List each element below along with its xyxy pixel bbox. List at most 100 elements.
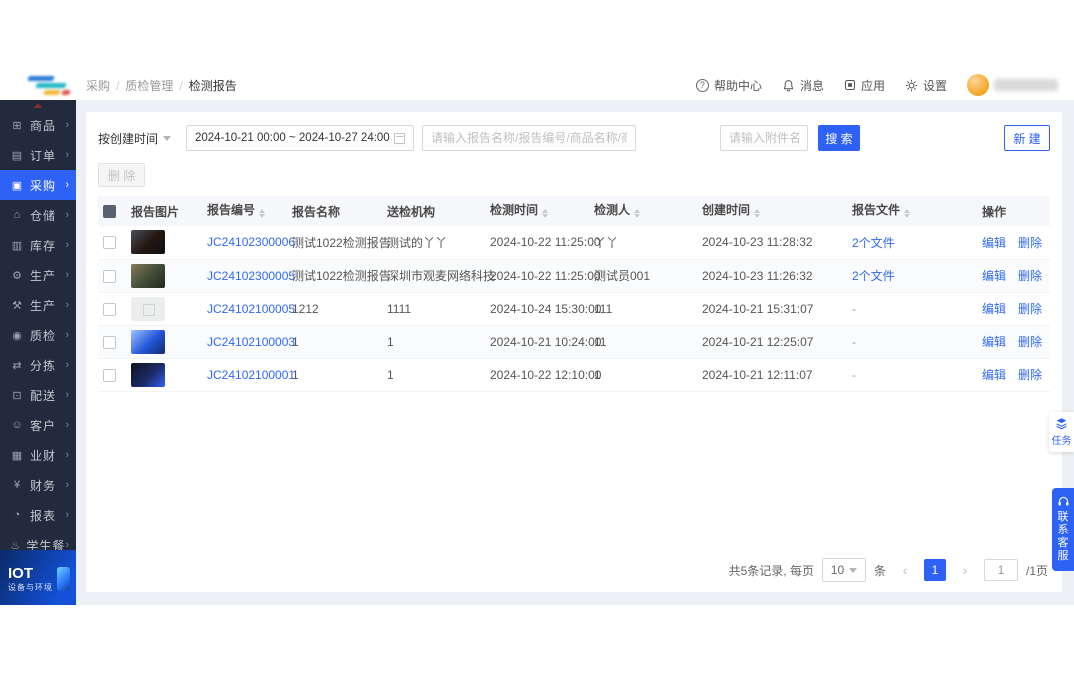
- pagination-suffix: /1页: [1025, 563, 1048, 578]
- task-label: 任务: [1051, 436, 1072, 447]
- sidebar-item-warehouse[interactable]: ⌂ 仓储: [0, 200, 76, 230]
- customer-icon: ☺: [11, 419, 23, 431]
- delete-link[interactable]: 删除: [1018, 302, 1042, 316]
- report-no-link[interactable]: JC24102300006: [207, 235, 295, 249]
- org-cell: 1: [382, 325, 485, 359]
- top-bar: 采购 质检管理 检测报告 帮助中心 消息 应用 设置: [0, 70, 1074, 100]
- sort-icon[interactable]: [634, 206, 640, 221]
- user-menu[interactable]: [967, 74, 1058, 96]
- report-no-link[interactable]: JC24102300005: [207, 269, 295, 283]
- app-logo-text: IOT 设备与环境: [8, 565, 53, 593]
- report-thumbnail[interactable]: [131, 362, 165, 387]
- report-list-card: 按创建时间 2024-10-21 00:00 ~ 2024-10-27 24:0…: [86, 112, 1062, 592]
- table-header-row: 报告图片 报告编号 报告名称 送检机构 检测时间 检测人 创建时间 报告文件 操…: [98, 196, 1050, 226]
- sidebar-item-purchase[interactable]: ▣ 采购: [0, 170, 76, 200]
- sidebar-item-goods[interactable]: ⊞ 商品: [0, 110, 76, 140]
- breadcrumb: 采购 质检管理 检测报告: [86, 77, 237, 94]
- sidebar-item-business-finance[interactable]: ▦ 业财: [0, 440, 76, 470]
- search-button[interactable]: 搜 索: [818, 125, 860, 151]
- files-link[interactable]: 2个文件: [852, 269, 895, 283]
- main-content: 按创建时间 2024-10-21 00:00 ~ 2024-10-27 24:0…: [76, 100, 1074, 605]
- settings-button[interactable]: 设置: [905, 77, 947, 94]
- org-cell: 测试的丫丫: [382, 226, 485, 260]
- delete-link[interactable]: 删除: [1018, 335, 1042, 349]
- report-thumbnail[interactable]: [131, 329, 165, 354]
- sidebar-item-delivery[interactable]: ⊡ 配送: [0, 380, 76, 410]
- sort-icon[interactable]: [754, 206, 760, 221]
- prev-page-button[interactable]: [894, 559, 916, 581]
- page-1-button[interactable]: 1: [923, 559, 946, 581]
- sidebar-item-qc[interactable]: ◉ 质检: [0, 320, 76, 350]
- sidebar-item-customers[interactable]: ☺ 客户: [0, 410, 76, 440]
- pagination-total: 共5条记录, 每页: [728, 563, 814, 578]
- report-no-link[interactable]: JC24102100001: [207, 368, 295, 382]
- edit-link[interactable]: 编辑: [982, 335, 1006, 349]
- row-checkbox[interactable]: [103, 236, 116, 250]
- row-checkbox[interactable]: [103, 302, 116, 316]
- col-files: 报告文件: [847, 196, 977, 226]
- create-button[interactable]: 新 建: [1004, 125, 1050, 151]
- test-time-cell: 2024-10-22 11:25:00: [485, 259, 601, 293]
- row-checkbox[interactable]: [103, 269, 116, 283]
- report-no-link[interactable]: JC24102100003: [207, 335, 295, 349]
- table-row: JC24102100005 1212 1111 2024-10-24 15:30…: [98, 292, 1050, 326]
- gear-icon: [905, 79, 918, 91]
- report-no-link[interactable]: JC24102100005: [207, 302, 295, 316]
- keyword-input[interactable]: [422, 125, 636, 151]
- delete-button[interactable]: 删 除: [98, 163, 146, 187]
- chevron-down-icon: [163, 135, 172, 145]
- delete-link[interactable]: 删除: [1018, 236, 1042, 250]
- page-size-select[interactable]: 10: [821, 558, 866, 582]
- sidebar-scroll-up-icon[interactable]: [0, 100, 76, 110]
- edit-link[interactable]: 编辑: [982, 368, 1006, 382]
- col-test-time: 检测时间: [485, 196, 589, 226]
- files-empty: -: [852, 334, 856, 349]
- select-all-checkbox[interactable]: [103, 205, 116, 219]
- files-link[interactable]: 2个文件: [852, 236, 895, 250]
- sidebar-item-inventory[interactable]: ▥ 库存: [0, 230, 76, 260]
- task-float-button[interactable]: 任务: [1049, 412, 1074, 452]
- attachment-input[interactable]: [720, 125, 808, 151]
- date-range-input[interactable]: 2024-10-21 00:00 ~ 2024-10-27 24:00: [186, 125, 414, 151]
- time-type-select[interactable]: 按创建时间: [98, 130, 186, 147]
- messages-button[interactable]: 消息: [782, 77, 824, 94]
- chevron-down-icon: [849, 567, 858, 577]
- apps-button[interactable]: 应用: [844, 77, 885, 94]
- business-finance-icon: ▦: [11, 449, 23, 462]
- sidebar-item-sorting[interactable]: ⇄ 分拣: [0, 350, 76, 380]
- sidebar-item-production[interactable]: ⚙ 生产: [0, 260, 76, 290]
- help-center-button[interactable]: 帮助中心: [695, 77, 762, 94]
- delete-link[interactable]: 删除: [1018, 269, 1042, 283]
- report-thumbnail[interactable]: [131, 263, 165, 288]
- sidebar-item-label: 配送: [30, 388, 57, 403]
- customer-service-button[interactable]: 联系客服: [1052, 488, 1074, 571]
- sidebar-item-finance[interactable]: ¥ 财务: [0, 470, 76, 500]
- edit-link[interactable]: 编辑: [982, 236, 1006, 250]
- sidebar-item-production-2[interactable]: ⚒ 生产: [0, 290, 76, 320]
- edit-link[interactable]: 编辑: [982, 269, 1006, 283]
- sidebar-item-orders[interactable]: ▤ 订单: [0, 140, 76, 170]
- bell-icon: [783, 79, 794, 91]
- next-page-button[interactable]: [954, 559, 976, 581]
- breadcrumb-qc-management[interactable]: 质检管理: [125, 77, 188, 94]
- report-thumbnail-placeholder[interactable]: [131, 296, 165, 321]
- sidebar-item-label: 订单: [30, 148, 57, 163]
- sidebar-item-label: 财务: [30, 478, 57, 493]
- row-checkbox[interactable]: [103, 335, 116, 349]
- org-cell: 深圳市观麦网络科技: [382, 259, 495, 293]
- orders-icon: ▤: [11, 149, 23, 162]
- report-thumbnail[interactable]: [131, 230, 165, 255]
- delete-link[interactable]: 删除: [1018, 368, 1042, 382]
- sort-icon[interactable]: [542, 206, 548, 221]
- edit-link[interactable]: 编辑: [982, 302, 1006, 316]
- sidebar-item-reports[interactable]: ◔ 报表: [0, 500, 76, 530]
- production2-icon: ⚒: [12, 299, 22, 312]
- breadcrumb-purchase[interactable]: 采购: [86, 77, 125, 94]
- created-cell: 2024-10-23 11:28:32: [697, 226, 847, 260]
- settings-label: 设置: [922, 78, 947, 93]
- row-checkbox[interactable]: [103, 368, 116, 382]
- table-toolbar: 删 除: [86, 161, 1062, 196]
- page-jump-input[interactable]: [983, 559, 1018, 581]
- sort-icon[interactable]: [259, 206, 265, 221]
- sort-icon[interactable]: [904, 206, 910, 221]
